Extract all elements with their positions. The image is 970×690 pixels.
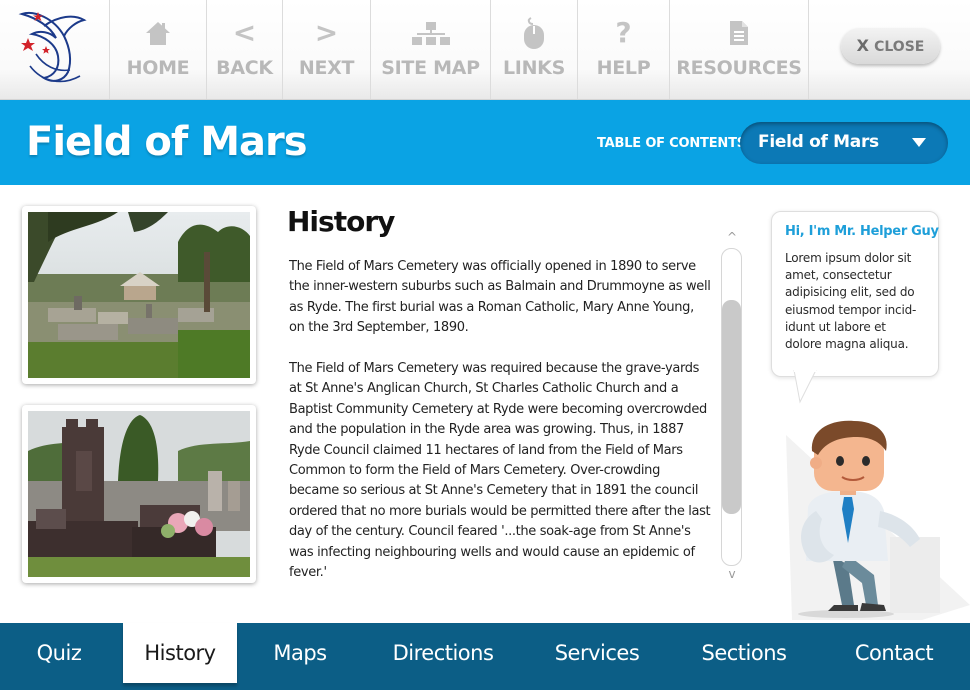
sitemap-label: SITE MAP <box>381 57 480 79</box>
resources-button[interactable]: RESOURCES <box>670 0 809 99</box>
sitemap-button[interactable]: SITE MAP <box>371 0 491 99</box>
help-label: HELP <box>596 57 651 79</box>
helper-text: Lorem ipsum dolor sit amet, consectetur … <box>785 251 917 352</box>
logo[interactable] <box>0 0 110 99</box>
next-button[interactable]: > NEXT <box>283 0 371 99</box>
close-button[interactable]: X CLOSE <box>841 28 940 64</box>
top-toolbar: HOME < BACK > NEXT SITE MAP LINKS ? HELP… <box>0 0 970 100</box>
home-label: HOME <box>126 57 190 79</box>
bottom-tab-bar: Quiz History Maps Directions Services Se… <box>0 623 970 690</box>
chevron-right-icon: > <box>314 16 339 49</box>
tab-services[interactable]: Services <box>530 623 664 683</box>
speech-tail-icon <box>793 370 817 404</box>
tab-maps[interactable]: Maps <box>242 623 358 683</box>
chevron-down-icon <box>912 138 926 147</box>
bird-logo-icon <box>18 12 87 83</box>
links-label: LINKS <box>503 57 565 79</box>
back-label: BACK <box>216 57 273 79</box>
document-icon <box>670 16 808 50</box>
close-icon: X <box>856 36 869 55</box>
cemetery-photo-2 <box>22 405 256 583</box>
toc-selected-value: Field of Mars <box>758 132 879 152</box>
resources-label: RESOURCES <box>676 57 802 79</box>
title-band: Field of Mars TABLE OF CONTENTS Field of… <box>0 100 970 185</box>
home-icon <box>110 16 206 50</box>
links-button[interactable]: LINKS <box>491 0 578 99</box>
tab-quiz[interactable]: Quiz <box>0 623 118 683</box>
helper-title: Hi, I'm Mr. Helper Guy <box>785 224 939 239</box>
tab-sections[interactable]: Sections <box>680 623 808 683</box>
scrollbar-thumb[interactable] <box>722 300 741 514</box>
tab-directions[interactable]: Directions <box>372 623 514 683</box>
home-button[interactable]: HOME <box>110 0 207 99</box>
article-paragraph-2: The Field of Mars Cemetery was required … <box>289 361 711 581</box>
helper-character-icon <box>786 420 970 620</box>
section-heading: History <box>287 205 395 238</box>
page-title: Field of Mars <box>26 119 308 165</box>
tab-history[interactable]: History <box>123 623 237 683</box>
sitemap-icon <box>371 16 490 50</box>
question-icon: ? <box>615 16 632 49</box>
mouse-icon <box>491 16 577 50</box>
toc-dropdown[interactable]: Field of Mars <box>740 122 948 164</box>
close-label: CLOSE <box>874 39 925 55</box>
article-paragraph-1: The Field of Mars Cemetery was officiall… <box>289 259 711 336</box>
next-label: NEXT <box>298 57 355 79</box>
back-button[interactable]: < BACK <box>207 0 283 99</box>
cemetery-photo-1 <box>22 206 256 384</box>
scroll-up-arrow-icon[interactable]: ^ <box>724 230 740 244</box>
scroll-down-arrow-icon[interactable]: v <box>724 567 740 581</box>
help-button[interactable]: ? HELP <box>578 0 670 99</box>
toc-label: TABLE OF CONTENTS <box>597 136 746 151</box>
tab-contact[interactable]: Contact <box>830 623 958 683</box>
chevron-left-icon: < <box>232 16 257 49</box>
